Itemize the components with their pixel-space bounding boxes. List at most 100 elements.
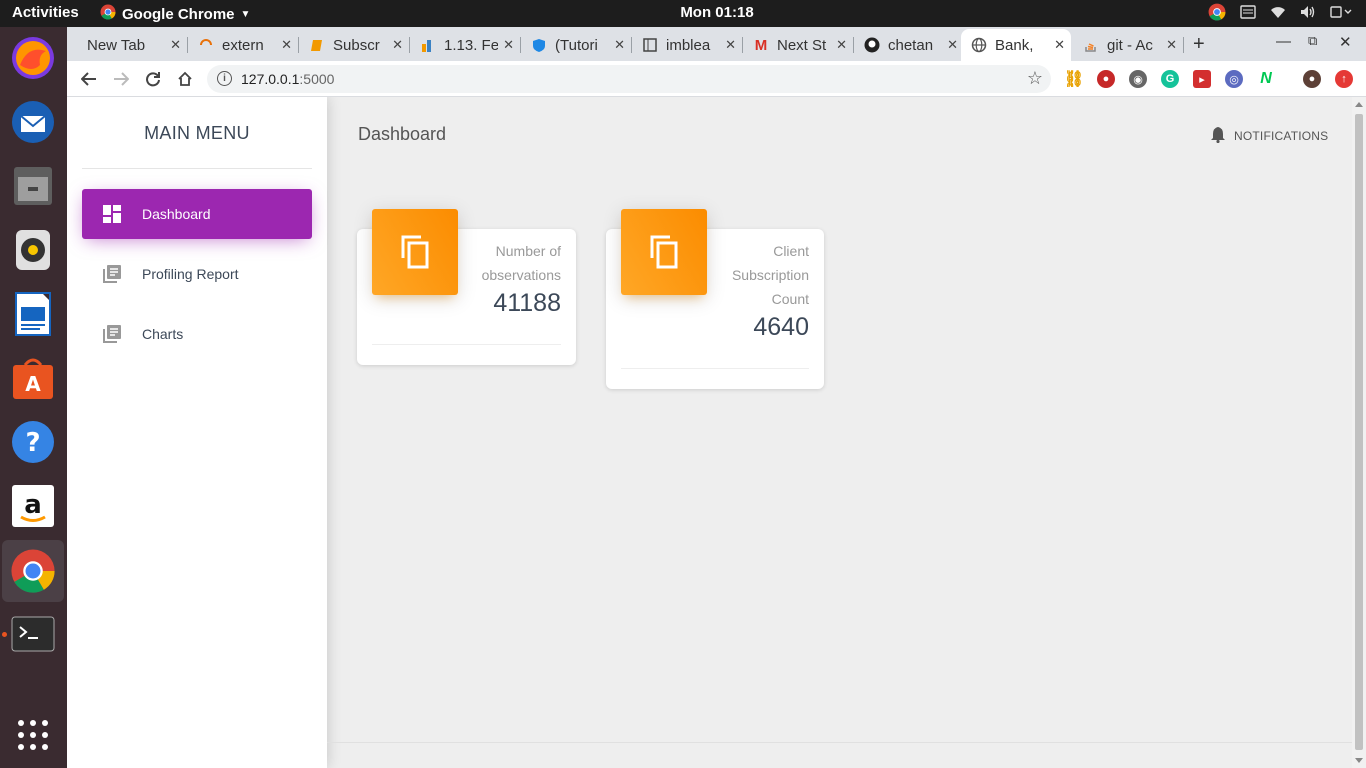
software-center-icon[interactable]: A [10, 355, 56, 401]
url-port: :5000 [299, 71, 335, 87]
tab-git[interactable]: git - Ac ✕ [1073, 29, 1183, 61]
minimize-button[interactable]: — [1276, 33, 1291, 50]
home-button[interactable] [175, 69, 195, 89]
app-menu[interactable]: Google Chrome ▼ [100, 4, 250, 24]
vertical-scrollbar[interactable] [1352, 97, 1366, 768]
url-host: 127.0.0.1 [241, 71, 300, 87]
content-copy-icon [621, 209, 707, 295]
browser-window: New Tab ✕ extern ✕ Subscr ✕ 1.13. Fe ✕ (… [67, 27, 1366, 768]
info-icon[interactable]: i [217, 71, 232, 86]
card-category-line: Subscription [731, 267, 809, 283]
card-category: Client Subscription Count [732, 239, 809, 311]
os-top-bar: Activities Google Chrome ▼ Mon 01:18 [0, 0, 1366, 27]
window-close-button[interactable]: ✕ [1339, 33, 1352, 51]
tab-extern[interactable]: extern ✕ [188, 29, 298, 61]
close-icon[interactable]: ✕ [1166, 37, 1177, 53]
wifi-icon[interactable] [1270, 5, 1286, 23]
help-icon[interactable]: ? [10, 419, 56, 465]
tab-strip: New Tab ✕ extern ✕ Subscr ✕ 1.13. Fe ✕ (… [67, 27, 1366, 61]
sidebar-item-label: Dashboard [142, 206, 211, 222]
close-icon[interactable]: ✕ [836, 37, 847, 53]
card-footer-divider [372, 344, 561, 345]
close-icon[interactable]: ✕ [281, 37, 292, 53]
sidebar-title: MAIN MENU [144, 123, 250, 143]
tab-imblearn[interactable]: imblea ✕ [632, 29, 742, 61]
svg-text:?: ? [25, 428, 40, 458]
tab-new-tab[interactable]: New Tab ✕ [77, 29, 187, 61]
tab-sklearn[interactable]: 1.13. Fe ✕ [410, 29, 520, 61]
tab-label: Next St [777, 36, 827, 54]
back-button[interactable] [79, 69, 99, 89]
menu-lines-icon[interactable] [1240, 5, 1256, 23]
url-text: 127.0.0.1:5000 [241, 71, 334, 87]
page-viewport: MAIN MENU Dashboard Profiling Report Cha… [67, 97, 1366, 768]
sidebar-item-dashboard[interactable]: Dashboard [82, 189, 312, 239]
card-value: 4640 [753, 313, 809, 341]
bell-icon [1210, 126, 1226, 146]
document-icon [642, 37, 658, 53]
reload-button[interactable] [143, 69, 163, 89]
firefox-icon[interactable] [10, 35, 56, 81]
extension-n-icon[interactable]: N [1257, 70, 1275, 88]
close-icon[interactable]: ✕ [614, 37, 625, 53]
tab-label: git - Ac [1107, 36, 1153, 54]
activities-button[interactable]: Activities [12, 4, 79, 21]
extension-play-icon[interactable]: ▸ [1193, 70, 1211, 88]
stat-card-observations: Number of observations 41188 [357, 209, 576, 365]
close-icon[interactable]: ✕ [503, 37, 514, 53]
card-category-line: Number of [495, 243, 561, 259]
tab-separator [1183, 37, 1184, 53]
tab-bank-active[interactable]: Bank, F ✕ [961, 29, 1071, 61]
tab-label: extern [222, 36, 264, 54]
extension-link-icon[interactable]: ⛓ [1064, 70, 1084, 88]
stackoverflow-icon [1083, 37, 1099, 53]
svg-text:a: a [24, 490, 42, 520]
terminal-icon[interactable] [10, 611, 56, 657]
files-icon[interactable] [10, 163, 56, 209]
scroll-down-arrow[interactable] [1355, 758, 1363, 763]
sidebar-item-profiling-report[interactable]: Profiling Report [82, 249, 312, 299]
close-icon[interactable]: ✕ [725, 37, 736, 53]
forward-button[interactable] [111, 69, 131, 89]
scroll-up-arrow[interactable] [1355, 102, 1363, 107]
writer-icon[interactable] [10, 291, 56, 337]
card-value: 41188 [493, 289, 561, 317]
tab-gmail[interactable]: M Next St ✕ [743, 29, 853, 61]
extension-eye-icon[interactable]: ◎ [1225, 70, 1243, 88]
thunderbird-icon[interactable] [10, 99, 56, 145]
address-bar[interactable]: i 127.0.0.1:5000 ☆ [207, 65, 1051, 93]
profile-avatar[interactable]: ● [1303, 70, 1321, 88]
sidebar-item-charts[interactable]: Charts [82, 309, 312, 359]
new-tab-button[interactable]: + [1193, 33, 1205, 56]
extension-film-icon[interactable]: ◉ [1129, 70, 1147, 88]
scrollbar-thumb[interactable] [1355, 114, 1363, 750]
tab-subscr[interactable]: Subscr ✕ [299, 29, 409, 61]
chrome-dock-icon[interactable] [2, 540, 64, 602]
extension-bug-icon[interactable]: ● [1097, 70, 1115, 88]
show-apps-icon[interactable] [10, 712, 56, 758]
dashboard-icon [102, 204, 122, 224]
close-icon[interactable]: ✕ [170, 37, 181, 53]
power-icon[interactable] [1330, 5, 1352, 23]
update-icon[interactable]: ↑ [1335, 70, 1353, 88]
maximize-button[interactable]: ⧉ [1308, 33, 1317, 49]
tab-tutorial[interactable]: (Tutori ✕ [521, 29, 631, 61]
notifications-button[interactable]: NOTIFICATIONS [1210, 126, 1328, 146]
sidebar-item-label: Charts [142, 326, 184, 342]
close-icon[interactable]: ✕ [947, 37, 958, 53]
bookmark-star-icon[interactable]: ☆ [1027, 68, 1043, 89]
volume-icon[interactable] [1300, 5, 1316, 23]
tab-label: 1.13. Fe [444, 36, 498, 54]
close-icon[interactable]: ✕ [1054, 37, 1065, 53]
tab-github[interactable]: chetan ✕ [854, 29, 964, 61]
chrome-app-icon [100, 4, 116, 24]
close-icon[interactable]: ✕ [392, 37, 403, 53]
rhythmbox-icon[interactable] [10, 227, 56, 273]
amazon-icon[interactable]: a [10, 483, 56, 529]
app-menu-label: Google Chrome [122, 5, 235, 23]
chrome-tray-icon[interactable] [1208, 3, 1226, 25]
library-books-icon [102, 324, 122, 344]
grammarly-icon[interactable]: G [1161, 70, 1179, 88]
browser-toolbar: i 127.0.0.1:5000 ☆ ⛓ ● ◉ G ▸ ◎ N ● ↑ [67, 61, 1366, 97]
tab-label: New Tab [87, 36, 146, 54]
